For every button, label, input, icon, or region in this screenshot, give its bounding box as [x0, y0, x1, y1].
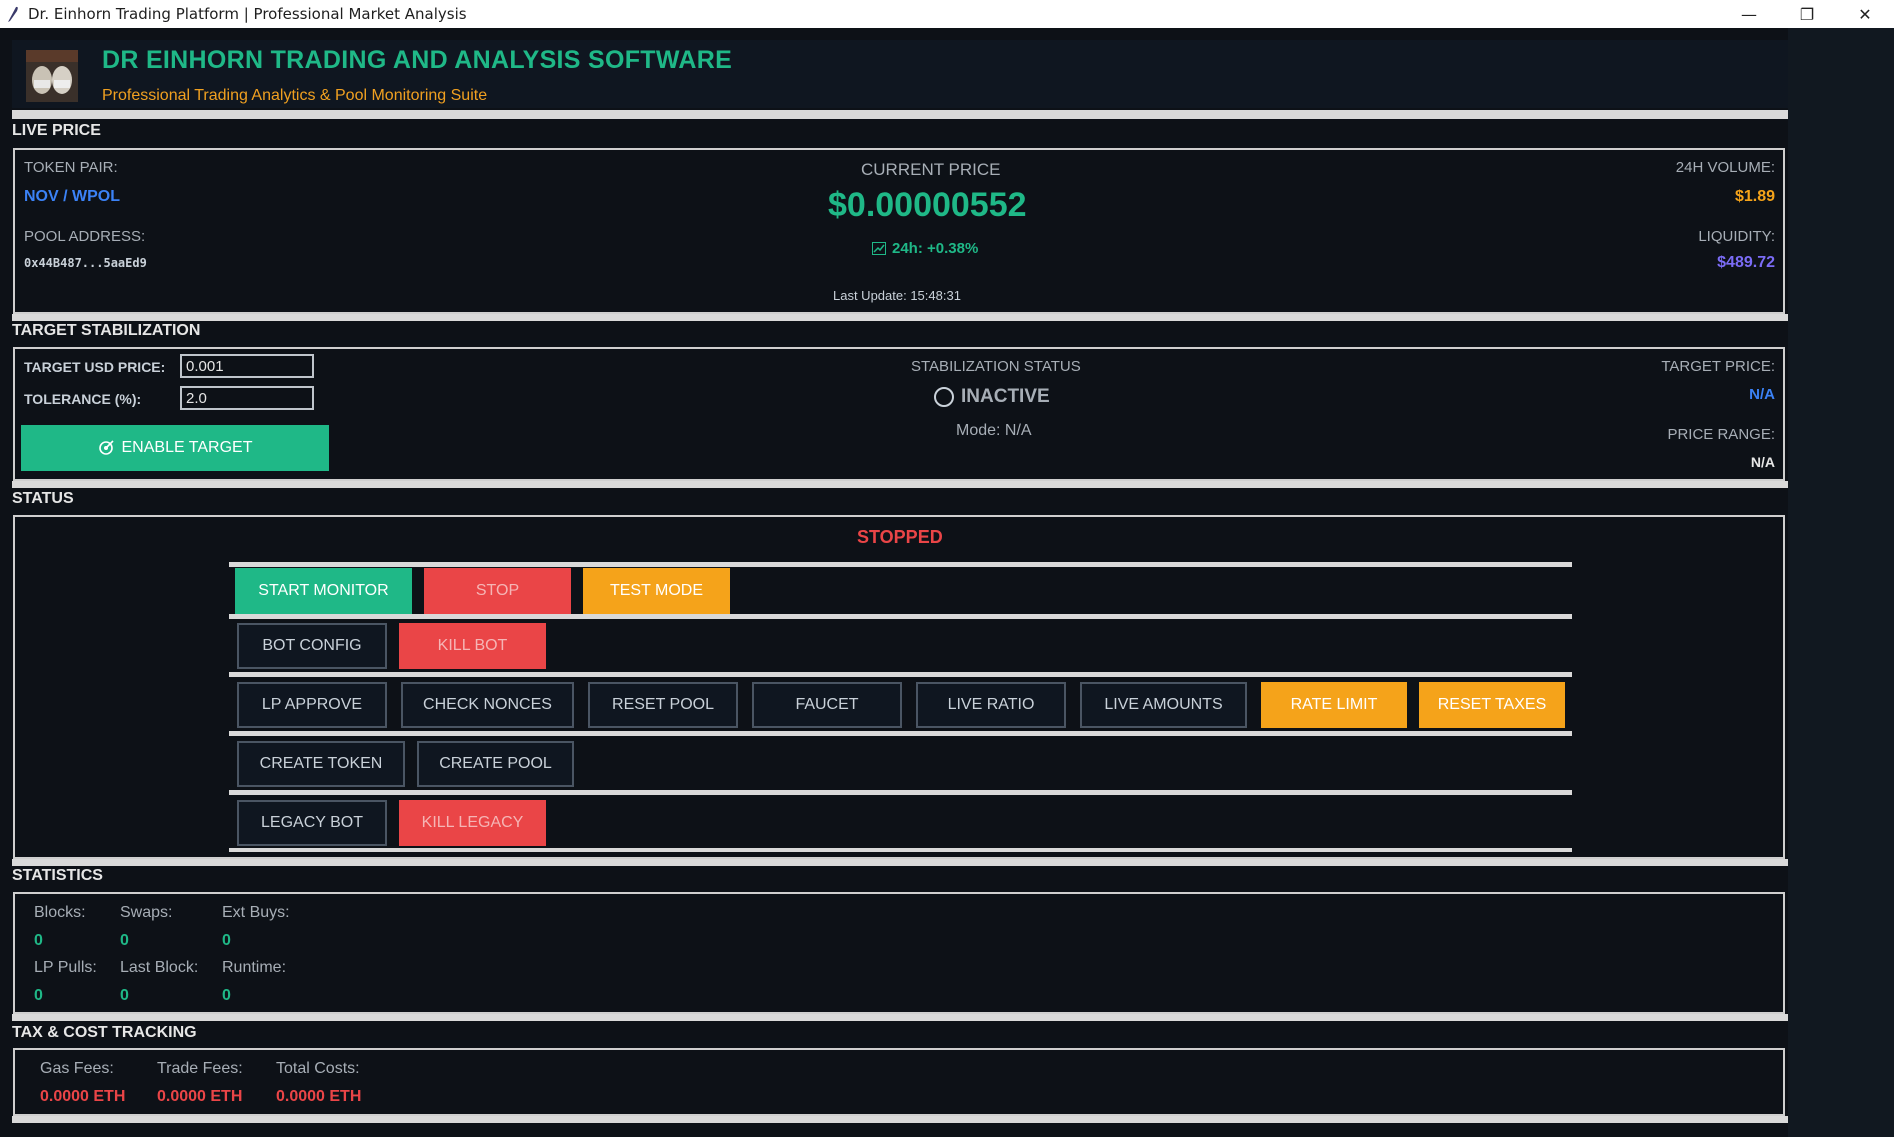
stat-value: 0 — [120, 987, 129, 1004]
target-usd-input[interactable] — [180, 354, 314, 378]
lp-approve-button[interactable]: LP APPROVE — [237, 682, 387, 728]
kill-bot-button[interactable]: KILL BOT — [399, 623, 546, 669]
section-status: STATUS — [12, 490, 74, 507]
token-pair-label: TOKEN PAIR: — [24, 159, 118, 176]
window-titlebar: Dr. Einhorn Trading Platform | Professio… — [0, 0, 1894, 28]
liquidity-value: $489.72 — [1717, 254, 1775, 271]
stop-button[interactable]: STOP — [424, 568, 571, 614]
bot-status-value: STOPPED — [857, 527, 943, 547]
section-costs: TAX & COST TRACKING — [12, 1024, 197, 1041]
divider — [12, 859, 1788, 866]
tolerance-label: TOLERANCE (%): — [24, 391, 142, 407]
cost-value: 0.0000 ETH — [157, 1088, 243, 1105]
stabilization-status: INACTIVE — [933, 386, 1050, 408]
stat-label: Swaps: — [120, 904, 173, 921]
volume-label: 24H VOLUME: — [1675, 159, 1775, 176]
stat-label: LP Pulls: — [34, 959, 97, 976]
app-header: DR EINHORN TRADING AND ANALYSIS SOFTWARE… — [12, 40, 1788, 108]
divider — [12, 1014, 1788, 1021]
target-icon — [98, 440, 114, 455]
pool-address-value: 0x44B487...5aaEd9 — [24, 256, 147, 270]
button-row-divider — [229, 790, 1572, 795]
live-price-panel: TOKEN PAIR: NOV / WPOL POOL ADDRESS: 0x4… — [13, 148, 1785, 314]
current-price-label: CURRENT PRICE — [861, 160, 1001, 179]
live-ratio-button[interactable]: LIVE RATIO — [916, 682, 1066, 728]
stat-label: Last Block: — [120, 959, 199, 976]
divider — [12, 110, 1788, 119]
divider — [12, 481, 1788, 488]
divider — [12, 1116, 1788, 1123]
target-panel: TARGET USD PRICE: TOLERANCE (%): ENABLE … — [13, 347, 1785, 481]
price-range-label: PRICE RANGE: — [1667, 426, 1775, 443]
stat-label: Ext Buys: — [222, 904, 290, 921]
background-strip — [1788, 28, 1894, 1137]
current-price-value: $0.00000552 — [828, 186, 1027, 224]
status-circle-icon — [934, 387, 954, 407]
price-range-value: N/A — [1750, 454, 1775, 470]
divider — [12, 314, 1788, 321]
stat-value: 0 — [222, 987, 231, 1004]
volume-value: $1.89 — [1734, 188, 1775, 205]
stat-value: 0 — [222, 932, 231, 949]
price-change-value: 24h: +0.38% — [892, 240, 979, 257]
enable-target-label: ENABLE TARGET — [121, 439, 253, 456]
price-change: 24h: +0.38% — [872, 240, 978, 257]
stabilization-status-label: STABILIZATION STATUS — [911, 358, 1081, 375]
liquidity-label: LIQUIDITY: — [1698, 228, 1775, 245]
reset-pool-button[interactable]: RESET POOL — [588, 682, 738, 728]
button-row-divider — [229, 848, 1572, 852]
window-title: Dr. Einhorn Trading Platform | Professio… — [28, 5, 467, 23]
stabilization-status-value: INACTIVE — [961, 386, 1050, 407]
section-target: TARGET STABILIZATION — [12, 322, 201, 339]
button-row-divider — [229, 614, 1572, 619]
chart-up-icon — [872, 242, 886, 255]
restore-icon[interactable]: ❐ — [1778, 0, 1836, 28]
statistics-panel: Blocks: 0 Swaps: 0 Ext Buys: 0 LP Pulls:… — [13, 892, 1785, 1014]
stat-value: 0 — [120, 932, 129, 949]
live-amounts-button[interactable]: LIVE AMOUNTS — [1080, 682, 1247, 728]
stabilization-mode: Mode: N/A — [956, 422, 1032, 439]
bot-config-button[interactable]: BOT CONFIG — [237, 623, 387, 669]
section-statistics: STATISTICS — [12, 867, 103, 884]
cost-label: Total Costs: — [276, 1060, 360, 1077]
stat-label: Runtime: — [222, 959, 287, 976]
target-usd-label: TARGET USD PRICE: — [24, 359, 166, 375]
pool-address-label: POOL ADDRESS: — [24, 228, 146, 245]
faucet-button[interactable]: FAUCET — [752, 682, 902, 728]
check-nonces-button[interactable]: CHECK NONCES — [401, 682, 574, 728]
close-icon[interactable]: ✕ — [1836, 0, 1894, 28]
feather-icon — [8, 6, 18, 22]
section-live-price: LIVE PRICE — [12, 122, 101, 139]
enable-target-button[interactable]: ENABLE TARGET — [21, 425, 329, 471]
legacy-bot-button[interactable]: LEGACY BOT — [237, 800, 387, 846]
cost-label: Trade Fees: — [157, 1060, 243, 1077]
test-mode-button[interactable]: TEST MODE — [583, 568, 730, 614]
rate-limit-button[interactable]: RATE LIMIT — [1261, 682, 1407, 728]
button-row-divider — [229, 562, 1572, 567]
button-row-divider — [229, 731, 1572, 736]
reset-taxes-button[interactable]: RESET TAXES — [1419, 682, 1565, 728]
target-price-label: TARGET PRICE: — [1661, 358, 1775, 375]
stat-label: Blocks: — [34, 904, 86, 921]
costs-panel: Gas Fees: 0.0000 ETH Trade Fees: 0.0000 … — [13, 1048, 1785, 1116]
app-subtitle: Professional Trading Analytics & Pool Mo… — [102, 87, 488, 104]
app-logo — [26, 50, 78, 102]
create-token-button[interactable]: CREATE TOKEN — [237, 741, 405, 787]
cost-label: Gas Fees: — [40, 1060, 114, 1077]
last-update: Last Update: 15:48:31 — [833, 288, 961, 303]
kill-legacy-button[interactable]: KILL LEGACY — [399, 800, 546, 846]
button-row-divider — [229, 672, 1572, 677]
token-pair-value: NOV / WPOL — [24, 188, 120, 205]
stat-value: 0 — [34, 932, 43, 949]
cost-value: 0.0000 ETH — [276, 1088, 362, 1105]
create-pool-button[interactable]: CREATE POOL — [417, 741, 574, 787]
app-title: DR EINHORN TRADING AND ANALYSIS SOFTWARE — [102, 46, 733, 74]
target-price-value: N/A — [1749, 386, 1775, 403]
start-monitor-button[interactable]: START MONITOR — [235, 568, 412, 614]
tolerance-input[interactable] — [180, 386, 314, 410]
cost-value: 0.0000 ETH — [40, 1088, 126, 1105]
stat-value: 0 — [34, 987, 43, 1004]
minimize-icon[interactable]: — — [1720, 0, 1778, 28]
